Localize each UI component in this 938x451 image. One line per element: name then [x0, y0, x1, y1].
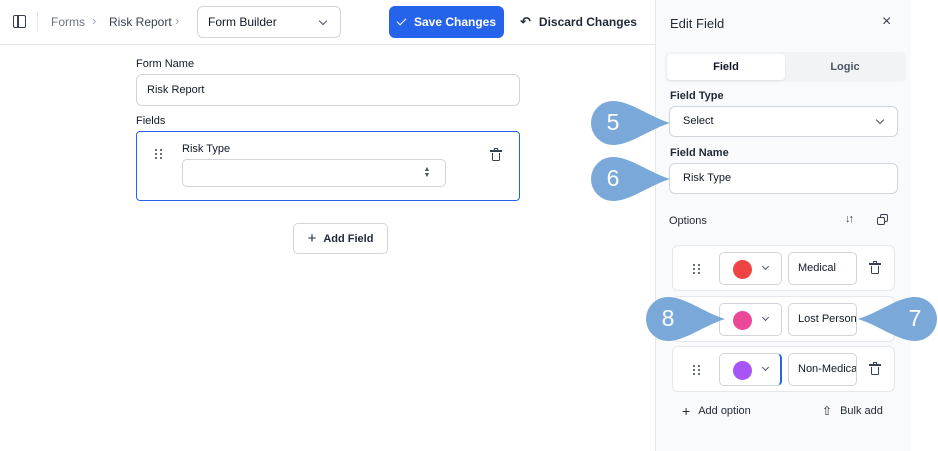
panel-tabs: Field Logic	[665, 52, 906, 82]
field-type-label: Field Type	[670, 90, 724, 102]
check-icon	[396, 15, 407, 26]
save-changes-button[interactable]: Save Changes	[389, 6, 504, 38]
color-swatch	[733, 311, 752, 330]
chevron-down-icon	[761, 313, 770, 322]
field-card-label: Risk Type	[182, 143, 231, 155]
color-swatch	[733, 361, 752, 380]
breadcrumb-current[interactable]: Risk Report	[109, 15, 172, 29]
callout-number: 5	[606, 109, 620, 135]
form-builder-select-value: Form Builder	[208, 15, 277, 29]
callout-marker: 5	[590, 100, 670, 146]
fields-label: Fields	[136, 115, 166, 127]
sidebar-toggle-icon[interactable]	[13, 15, 26, 28]
field-type-value: Select	[683, 115, 714, 127]
plus-icon: +	[307, 230, 317, 247]
drag-handle-icon[interactable]	[693, 264, 701, 274]
undo-icon: ↶	[520, 14, 531, 29]
up-down-icon: ▲ ▼	[423, 166, 431, 179]
color-picker[interactable]	[719, 353, 782, 386]
color-picker[interactable]	[719, 252, 782, 285]
edit-field-panel: Edit Field × Field Logic Field Type Sele…	[655, 0, 911, 451]
upload-icon: ⇧	[822, 404, 833, 418]
option-name-input[interactable]: Lost Person	[788, 303, 857, 336]
breadcrumb-chevron-icon: ›	[175, 13, 180, 28]
chevron-down-icon	[761, 262, 770, 271]
options-label: Options	[669, 215, 707, 227]
risk-type-select-input[interactable]: ▲ ▼	[182, 159, 446, 187]
field-name-input[interactable]: Risk Type	[669, 163, 898, 194]
panel-title: Edit Field	[670, 16, 725, 31]
discard-changes-button[interactable]: ↶ Discard Changes	[520, 6, 637, 38]
option-name-input[interactable]: Non-Medical	[788, 353, 857, 386]
add-option-label: Add option	[698, 405, 751, 417]
option-row: Medical	[672, 245, 895, 291]
plus-icon: +	[682, 403, 691, 419]
tab-logic[interactable]: Logic	[786, 54, 904, 80]
form-builder-select[interactable]: Form Builder	[197, 6, 341, 38]
callout-marker: 8	[645, 296, 725, 342]
color-swatch	[733, 260, 752, 279]
callout-marker: 7	[858, 296, 938, 342]
drag-handle-icon[interactable]	[693, 365, 701, 375]
tab-field[interactable]: Field	[667, 54, 785, 80]
callout-number: 8	[661, 305, 675, 331]
form-name-label: Form Name	[136, 58, 195, 70]
breadcrumb-forms[interactable]: Forms	[51, 15, 85, 29]
breadcrumb-chevron-icon: ›	[92, 13, 97, 28]
add-field-label: Add Field	[323, 232, 374, 245]
form-name-input[interactable]: Risk Report	[136, 74, 520, 106]
callout-number: 7	[908, 305, 922, 331]
bulk-add-button[interactable]: ⇧ Bulk add	[822, 404, 883, 418]
add-field-button[interactable]: + Add Field	[293, 223, 388, 254]
drag-handle-icon[interactable]	[155, 149, 163, 159]
callout-number: 6	[606, 165, 620, 191]
chevron-down-icon	[318, 16, 328, 26]
option-row: Non-Medical	[672, 346, 895, 392]
trash-icon[interactable]	[490, 148, 502, 161]
divider	[37, 12, 38, 32]
close-icon[interactable]: ×	[882, 13, 891, 31]
callout-marker: 6	[590, 156, 670, 202]
trash-icon[interactable]	[869, 362, 881, 375]
sort-icon[interactable]: ↓↑	[845, 213, 854, 225]
chevron-down-icon	[875, 115, 885, 125]
field-name-label: Field Name	[670, 147, 729, 159]
discard-changes-label: Discard Changes	[538, 15, 637, 29]
top-bar: Forms › Risk Report › Form Builder Save …	[0, 0, 655, 45]
bulk-add-label: Bulk add	[840, 405, 883, 417]
add-option-button[interactable]: + Add option	[682, 404, 751, 418]
field-type-select[interactable]: Select	[669, 106, 898, 137]
save-changes-label: Save Changes	[413, 15, 497, 29]
option-name-input[interactable]: Medical	[788, 252, 857, 285]
color-picker[interactable]	[719, 303, 782, 336]
trash-icon[interactable]	[869, 261, 881, 274]
chevron-down-icon	[761, 363, 770, 372]
copy-icon[interactable]	[877, 214, 888, 225]
